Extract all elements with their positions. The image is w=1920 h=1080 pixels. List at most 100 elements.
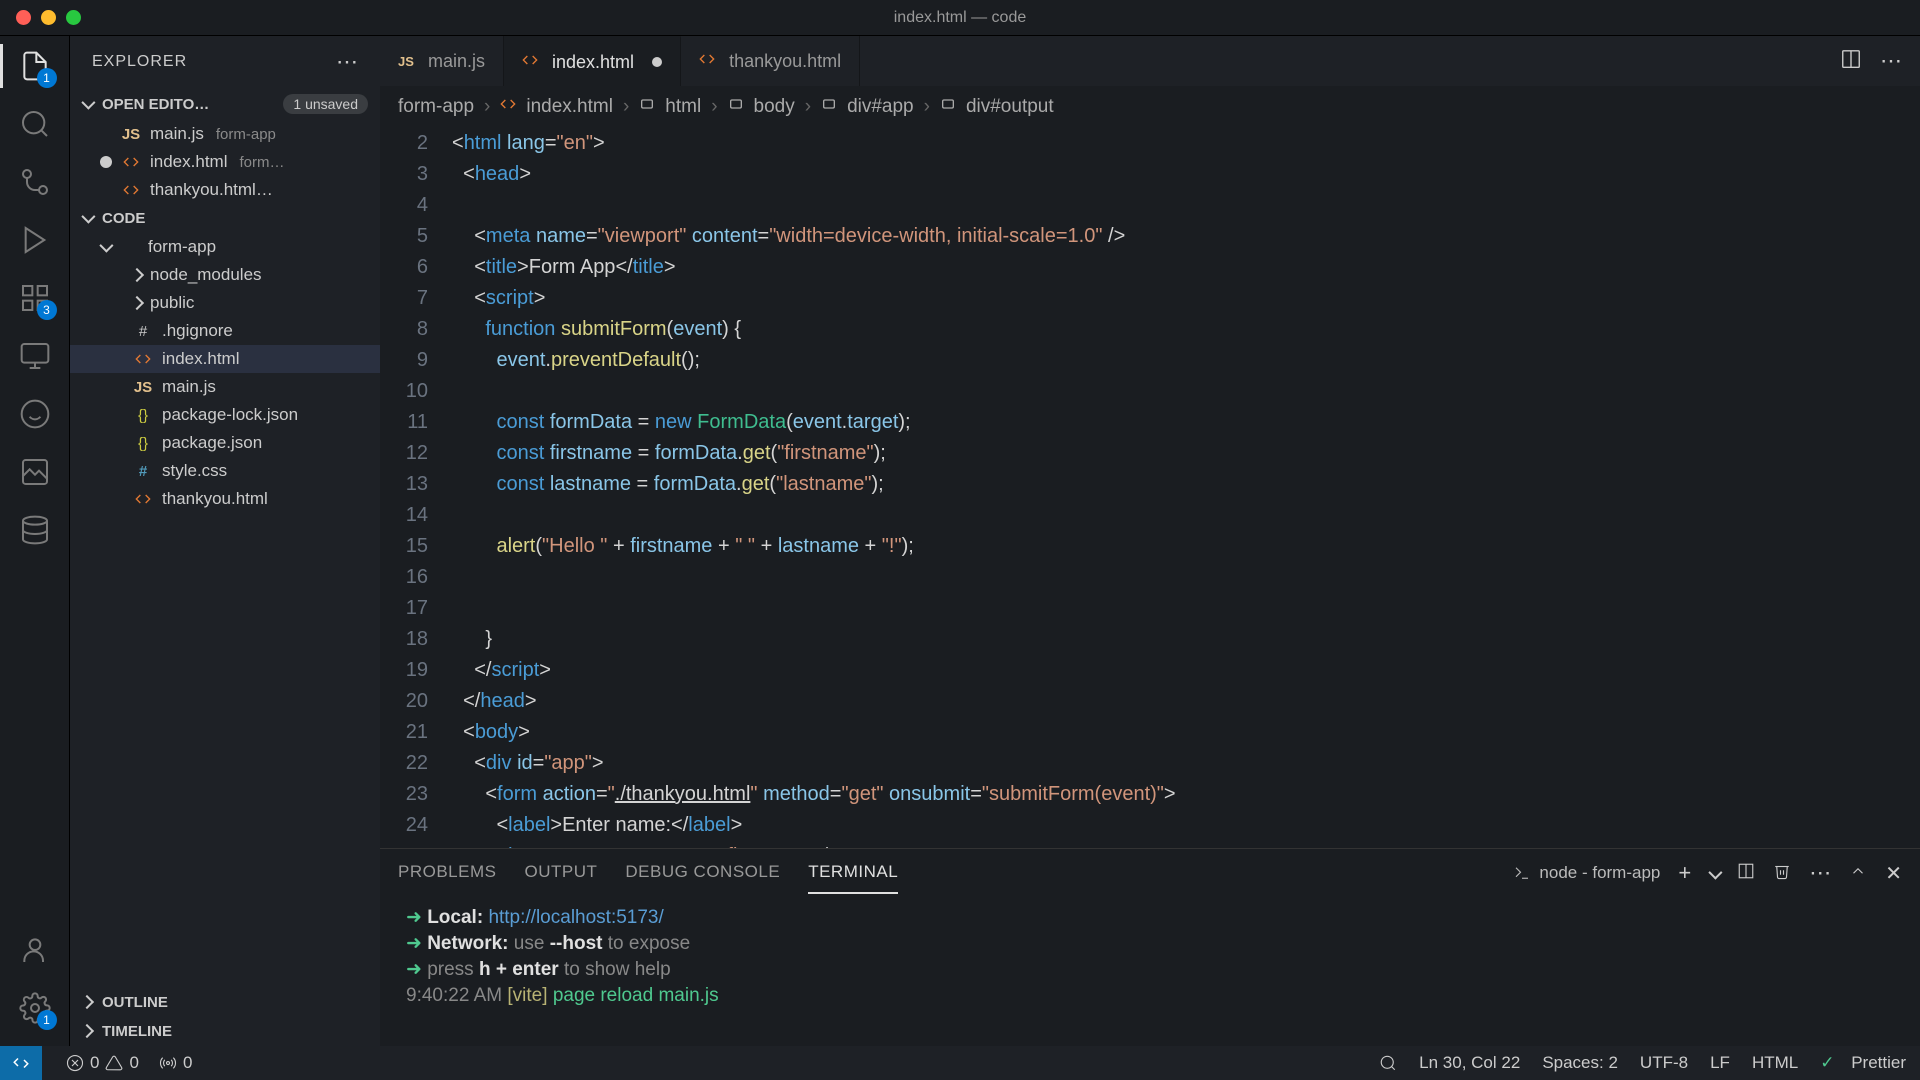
html-file-icon [699,51,719,72]
edge-icon[interactable] [17,396,53,432]
html-file-icon [522,52,542,73]
chevron-down-icon [100,237,110,257]
more-actions-icon[interactable]: ⋯ [1880,48,1902,74]
terminal-dropdown-icon[interactable] [1709,863,1719,884]
editor-tab[interactable]: index.html [504,36,681,86]
editor-tab[interactable]: JSmain.js [380,36,504,86]
panel-tab[interactable]: TERMINAL [808,852,898,894]
zoom-indicator[interactable] [1379,1054,1397,1072]
unsaved-badge: 1 unsaved [283,94,368,114]
folder-root[interactable]: form-app [70,233,380,261]
html-file-icon [500,96,516,118]
tag-icon [728,96,744,118]
json-file-icon: {} [132,407,154,424]
outline-label: OUTLINE [102,994,168,1011]
indent-setting[interactable]: Spaces: 2 [1542,1053,1618,1073]
formatter[interactable]: ✓ Prettier [1820,1053,1906,1073]
breadcrumb-separator: › [711,96,717,118]
chevron-down-icon [82,96,96,113]
file-item[interactable]: #style.css [70,457,380,485]
window-close[interactable] [16,10,31,25]
bottom-panel: PROBLEMS OUTPUT DEBUG CONSOLE TERMINAL node… [380,848,1920,1046]
code-editor[interactable]: 2345678910111213141516171819202122232425… [380,128,1920,848]
chevron-right-icon [82,994,96,1011]
maximize-panel-icon[interactable] [1849,862,1867,885]
terminal-process-label[interactable]: node - form-app [1513,863,1660,883]
tag-icon [639,96,655,118]
js-file-icon: JS [120,126,142,143]
breadcrumb-segment[interactable]: html [665,96,701,118]
chevron-right-icon [132,293,142,313]
statusbar: 0 0 0 Ln 30, Col 22 Spaces: 2 UTF-8 LF H… [0,1046,1920,1080]
chevron-right-icon [132,265,142,285]
breadcrumb-segment[interactable]: div#output [966,96,1054,118]
open-editors-label: OPEN EDITO… [102,96,209,113]
source-control-icon[interactable] [17,164,53,200]
css-file-icon: # [132,463,154,480]
open-editor-item[interactable]: JSmain.jsform-app [70,120,380,148]
js-file-icon: JS [132,379,154,396]
terminal-output[interactable]: ➜ Local: http://localhost:5173/ ➜ Networ… [380,897,1920,1046]
window-title: index.html — code [894,9,1027,27]
folder-item[interactable]: public [70,289,380,317]
breadcrumb-segment[interactable]: form-app [398,96,474,118]
breadcrumb-separator: › [484,96,490,118]
language-mode[interactable]: HTML [1752,1053,1798,1073]
file-item[interactable]: {}package-lock.json [70,401,380,429]
breadcrumb-segment[interactable]: div#app [847,96,914,118]
panel-tab[interactable]: OUTPUT [524,852,597,894]
explorer-icon[interactable]: 1 [17,48,53,84]
panel-more-icon[interactable]: ⋯ [1809,860,1831,886]
breadcrumb-separator: › [805,96,811,118]
split-terminal-icon[interactable] [1737,862,1755,885]
file-item[interactable]: #.hgignore [70,317,380,345]
extensions-icon[interactable]: 3 [17,280,53,316]
run-debug-icon[interactable] [17,222,53,258]
new-terminal-icon[interactable]: + [1678,860,1691,886]
settings-gear-icon[interactable]: 1 [17,990,53,1026]
timeline-header[interactable]: TIMELINE [70,1017,380,1046]
titlebar: index.html — code [0,0,1920,36]
cursor-position[interactable]: Ln 30, Col 22 [1419,1053,1520,1073]
open-editors-header[interactable]: OPEN EDITO… 1 unsaved [70,88,380,120]
file-item[interactable]: index.html [70,345,380,373]
panel-tab[interactable]: DEBUG CONSOLE [625,852,780,894]
ports-indicator[interactable]: 0 [159,1053,192,1073]
file-item[interactable]: {}package.json [70,429,380,457]
breadcrumb[interactable]: form-app›index.html›html›body›div#app›di… [380,86,1920,128]
breadcrumb-separator: › [623,96,629,118]
sidebar: EXPLORER ⋯ OPEN EDITO… 1 unsaved JSmain.… [70,36,380,1046]
trash-icon[interactable] [1773,862,1791,885]
encoding[interactable]: UTF-8 [1640,1053,1688,1073]
eol[interactable]: LF [1710,1053,1730,1073]
breadcrumb-segment[interactable]: body [754,96,795,118]
code-section-header[interactable]: CODE [70,204,380,233]
open-editor-item[interactable]: thankyou.html… [70,176,380,204]
outline-header[interactable]: OUTLINE [70,988,380,1017]
extensions-badge: 3 [37,300,57,320]
window-minimize[interactable] [41,10,56,25]
editor-tab[interactable]: thankyou.html [681,36,860,86]
file-item[interactable]: thankyou.html [70,485,380,513]
file-item[interactable]: JSmain.js [70,373,380,401]
remote-indicator[interactable] [0,1046,42,1080]
chevron-right-icon [82,1023,96,1040]
sidebar-more-icon[interactable]: ⋯ [336,49,358,75]
errors-warnings[interactable]: 0 0 [66,1053,139,1073]
dirty-indicator [652,57,662,67]
search-icon[interactable] [17,106,53,142]
account-icon[interactable] [17,932,53,968]
breadcrumb-segment[interactable]: index.html [526,96,613,118]
folder-item[interactable]: node_modules [70,261,380,289]
window-maximize[interactable] [66,10,81,25]
code-label: CODE [102,210,145,227]
close-panel-icon[interactable]: ✕ [1885,861,1902,886]
database-icon[interactable] [17,512,53,548]
panel-tab[interactable]: PROBLEMS [398,852,496,894]
open-editor-item[interactable]: index.htmlform… [70,148,380,176]
split-editor-icon[interactable] [1840,48,1862,75]
asset-icon[interactable] [17,454,53,490]
activity-bar: 1 3 [0,36,70,1046]
remote-explorer-icon[interactable] [17,338,53,374]
settings-badge: 1 [37,1010,57,1030]
